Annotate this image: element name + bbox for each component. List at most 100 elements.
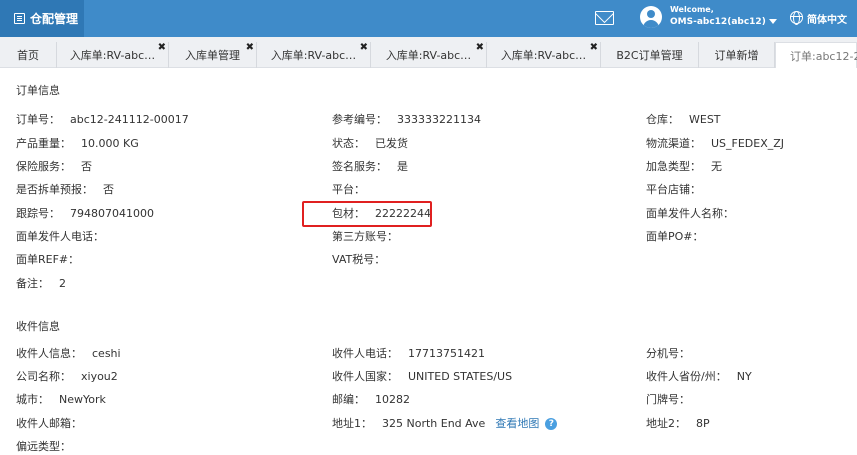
field-label: 地址1： bbox=[332, 417, 372, 430]
view-map-link[interactable]: 查看地图 bbox=[495, 417, 539, 430]
field-label: 订单号： bbox=[16, 113, 60, 126]
state-field: 收件人省份/州： NY bbox=[646, 368, 752, 384]
field-label: 收件人信息： bbox=[16, 347, 82, 360]
email-field: 收件人邮箱： bbox=[16, 415, 92, 431]
tab-order-detail[interactable]: 订单:abc12-2 bbox=[775, 42, 857, 68]
close-icon[interactable]: ✖ bbox=[360, 42, 368, 53]
field-value: NewYork bbox=[59, 393, 106, 406]
field-label: 备注： bbox=[16, 277, 49, 290]
receiver-phone-field: 收件人电话： 17713751421 bbox=[332, 345, 485, 361]
field-label: 收件人邮箱： bbox=[16, 417, 82, 430]
help-icon[interactable]: ? bbox=[545, 418, 558, 430]
field-label: 面单发件人名称： bbox=[646, 207, 734, 220]
field-label: 平台店铺： bbox=[646, 183, 701, 196]
close-icon[interactable]: ✖ bbox=[590, 42, 598, 53]
country-field: 收件人国家： UNITED STATES/US bbox=[332, 368, 512, 384]
avatar[interactable] bbox=[640, 6, 662, 28]
fee-type-field: 加急类型： 无 bbox=[646, 158, 722, 174]
brand-menu[interactable]: 仓配管理 bbox=[0, 0, 84, 37]
tab-b2c-orders[interactable]: B2C订单管理 bbox=[601, 42, 699, 68]
tab-inbound-1[interactable]: 入库单:RV-abc… ✖ bbox=[57, 42, 169, 68]
field-value: 已发货 bbox=[375, 137, 408, 150]
tab-home[interactable]: 首页 bbox=[0, 42, 57, 68]
ref-no-field: 参考编号： 333333221134 bbox=[332, 111, 481, 127]
platform-field: 平台： bbox=[332, 181, 375, 197]
field-label: 收件人电话： bbox=[332, 347, 398, 360]
field-value: xiyou2 bbox=[81, 370, 118, 383]
field-label: 加急类型： bbox=[646, 160, 701, 173]
field-label: VAT税号： bbox=[332, 253, 386, 266]
field-value: UNITED STATES/US bbox=[408, 370, 513, 383]
field-label: 公司名称： bbox=[16, 370, 71, 383]
field-label: 是否拆单预报： bbox=[16, 183, 93, 196]
field-label: 门牌号： bbox=[646, 393, 690, 406]
field-value: WEST bbox=[689, 113, 721, 126]
field-label: 仓库： bbox=[646, 113, 679, 126]
tab-inbound-2[interactable]: 入库单:RV-abc… ✖ bbox=[257, 42, 371, 68]
store-field: 平台店铺： bbox=[646, 181, 711, 197]
field-label: 地址2： bbox=[646, 417, 686, 430]
vat-field: VAT税号： bbox=[332, 251, 395, 267]
warehouse-field: 仓库： WEST bbox=[646, 111, 721, 127]
ext-field: 分机号： bbox=[646, 345, 700, 361]
close-icon[interactable]: ✖ bbox=[158, 42, 166, 53]
field-value: 否 bbox=[81, 160, 92, 173]
company-field: 公司名称： xiyou2 bbox=[16, 368, 118, 384]
tab-label: 订单:abc12-2 bbox=[790, 49, 857, 63]
field-value: ceshi bbox=[92, 347, 121, 360]
tab-label: 入库单管理 bbox=[185, 49, 240, 62]
language-selector[interactable]: 简体中文 bbox=[807, 11, 847, 26]
zip-field: 邮编： 10282 bbox=[332, 391, 410, 407]
order-detail-content: 订单信息 订单号： abc12-241112-00017 参考编号： 3333332… bbox=[0, 68, 857, 455]
user-menu[interactable]: OMS-abc12(abc12) bbox=[670, 17, 777, 27]
tab-label: 入库单:RV-abc… bbox=[270, 49, 357, 62]
city-field: 城市： NewYork bbox=[16, 391, 106, 407]
tab-inbound-3[interactable]: 入库单:RV-abc… ✖ bbox=[371, 42, 487, 68]
field-value: 否 bbox=[103, 183, 114, 196]
field-label: 第三方账号： bbox=[332, 230, 398, 243]
tab-bar: 首页 入库单:RV-abc… ✖ 入库单管理 ✖ 入库单:RV-abc… ✖ 入库单:… bbox=[0, 37, 857, 68]
tab-inbound-4[interactable]: 入库单:RV-abc… ✖ bbox=[487, 42, 601, 68]
remote-field: 偏远类型： bbox=[16, 438, 81, 454]
globe-icon[interactable] bbox=[790, 11, 803, 25]
field-label: 状态： bbox=[332, 137, 365, 150]
order-no-field: 订单号： abc12-241112-00017 bbox=[16, 111, 189, 127]
close-icon[interactable]: ✖ bbox=[246, 42, 254, 53]
close-icon[interactable]: ✖ bbox=[476, 42, 484, 53]
field-label: 平台： bbox=[332, 183, 365, 196]
field-label: 参考编号： bbox=[332, 113, 387, 126]
caret-down-icon bbox=[768, 19, 777, 24]
field-value: 333333221134 bbox=[397, 113, 481, 126]
status-field: 状态： 已发货 bbox=[332, 135, 408, 151]
field-label: 签名服务： bbox=[332, 160, 387, 173]
tab-order-new[interactable]: 订单新增 bbox=[699, 42, 775, 68]
tab-inbound-management[interactable]: 入库单管理 ✖ bbox=[169, 42, 257, 68]
field-label: 收件人省份/州： bbox=[646, 370, 727, 383]
tab-label: 入库单:RV-abc… bbox=[385, 49, 472, 62]
address2-field: 地址2： 8P bbox=[646, 415, 710, 431]
field-value: 794807041000 bbox=[70, 207, 154, 220]
receiver-info-title: 收件信息 bbox=[16, 320, 60, 333]
mail-icon[interactable] bbox=[595, 11, 614, 25]
field-label: 保险服务： bbox=[16, 160, 71, 173]
po-field: 面单PO#： bbox=[646, 228, 714, 244]
field-value: 8P bbox=[696, 417, 710, 430]
tab-label: 订单新增 bbox=[714, 49, 759, 62]
field-value: 是 bbox=[397, 160, 408, 173]
brand-label: 仓配管理 bbox=[30, 12, 79, 26]
order-info-title: 订单信息 bbox=[16, 84, 60, 97]
channel-field: 物流渠道： US_FEDEX_ZJ bbox=[646, 135, 784, 151]
field-label: 分机号： bbox=[646, 347, 690, 360]
field-value: 10.000 KG bbox=[81, 137, 139, 150]
field-label: 物流渠道： bbox=[646, 137, 701, 150]
field-value: 2 bbox=[59, 277, 66, 290]
field-label: 收件人国家： bbox=[332, 370, 398, 383]
tab-label: 首页 bbox=[17, 49, 39, 62]
tab-label: B2C订单管理 bbox=[616, 49, 683, 62]
remark-field: 备注： 2 bbox=[16, 275, 66, 291]
tab-label: 入库单:RV-abc… bbox=[500, 49, 587, 62]
field-label: 面单发件人电话： bbox=[16, 230, 104, 243]
field-label: 产品重量： bbox=[16, 137, 71, 150]
tab-label: 入库单:RV-abc… bbox=[69, 49, 156, 62]
field-value: 17713751421 bbox=[408, 347, 485, 360]
